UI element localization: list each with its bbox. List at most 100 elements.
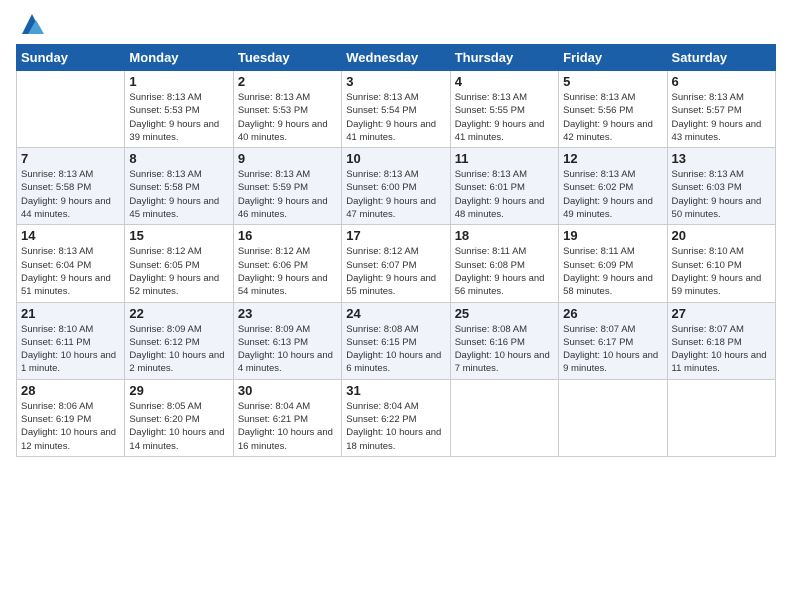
day-number: 9 [238,151,337,166]
calendar-cell: 5 Sunrise: 8:13 AMSunset: 5:56 PMDaylight… [559,71,667,148]
day-info: Sunrise: 8:04 AMSunset: 6:22 PMDaylight:… [346,400,445,453]
day-number: 4 [455,74,554,89]
calendar-week-row: 28 Sunrise: 8:06 AMSunset: 6:19 PMDayligh… [17,379,776,456]
day-number: 31 [346,383,445,398]
day-info: Sunrise: 8:11 AMSunset: 6:09 PMDaylight:… [563,245,662,298]
header-day-thursday: Thursday [450,45,558,71]
day-number: 13 [672,151,771,166]
calendar-cell: 18 Sunrise: 8:11 AMSunset: 6:08 PMDayligh… [450,225,558,302]
calendar-cell: 3 Sunrise: 8:13 AMSunset: 5:54 PMDaylight… [342,71,450,148]
day-number: 11 [455,151,554,166]
calendar-cell: 1 Sunrise: 8:13 AMSunset: 5:53 PMDaylight… [125,71,233,148]
calendar-cell: 20 Sunrise: 8:10 AMSunset: 6:10 PMDayligh… [667,225,775,302]
day-number: 20 [672,228,771,243]
day-number: 18 [455,228,554,243]
calendar-cell: 31 Sunrise: 8:04 AMSunset: 6:22 PMDayligh… [342,379,450,456]
calendar-cell: 7Sunrise: 8:13 AMSunset: 5:58 PMDaylight… [17,148,125,225]
calendar-cell [559,379,667,456]
header-day-friday: Friday [559,45,667,71]
day-info: Sunrise: 8:12 AMSunset: 6:05 PMDaylight:… [129,245,228,298]
day-info: Sunrise: 8:13 AMSunset: 6:01 PMDaylight:… [455,168,554,221]
calendar-cell: 17 Sunrise: 8:12 AMSunset: 6:07 PMDayligh… [342,225,450,302]
day-info: Sunrise: 8:13 AMSunset: 5:55 PMDaylight:… [455,91,554,144]
calendar-cell: 14 Sunrise: 8:13 AMSunset: 6:04 PMDayligh… [17,225,125,302]
calendar-cell: 24Sunrise: 8:08 AMSunset: 6:15 PMDayligh… [342,302,450,379]
day-number: 12 [563,151,662,166]
day-number: 27 [672,306,771,321]
day-number: 14 [21,228,120,243]
calendar-week-row: 7 Sunrise: 8:13 AMSunset: 5:58 PMDaylight… [17,148,776,225]
calendar-cell [17,71,125,148]
calendar-cell [450,379,558,456]
header-day-saturday: Saturday [667,45,775,71]
calendar-cell: 9 Sunrise: 8:13 AMSunset: 5:59 PMDaylight… [233,148,341,225]
logo-icon [18,10,46,38]
calendar-cell: 29 Sunrise: 8:05 AMSunset: 6:20 PMDayligh… [125,379,233,456]
calendar-cell: 16 Sunrise: 8:12 AMSunset: 6:06 PMDayligh… [233,225,341,302]
calendar-cell [667,379,775,456]
calendar-cell: 8 Sunrise: 8:13 AMSunset: 5:58 PMDaylight… [125,148,233,225]
calendar-cell: 6Sunrise: 8:13 AMSunset: 5:57 PMDaylight… [667,71,775,148]
day-number: 2 [238,74,337,89]
day-number: 7 [21,151,120,166]
day-info: Sunrise: 8:13 AMSunset: 5:53 PMDaylight:… [238,91,337,144]
day-number: 3 [346,74,445,89]
calendar-cell: 12 Sunrise: 8:13 AMSunset: 6:02 PMDayligh… [559,148,667,225]
day-info: Sunrise: 8:13 AMSunset: 6:04 PMDaylight:… [21,245,120,298]
calendar-cell: 2 Sunrise: 8:13 AMSunset: 5:53 PMDaylight… [233,71,341,148]
header-day-wednesday: Wednesday [342,45,450,71]
day-number: 5 [563,74,662,89]
day-info: Sunrise: 8:10 AMSunset: 6:10 PMDaylight:… [672,245,771,298]
day-info: Sunrise: 8:13 AMSunset: 6:00 PMDaylight:… [346,168,445,221]
day-number: 6 [672,74,771,89]
calendar-cell: 23Sunrise: 8:09 AMSunset: 6:13 PMDayligh… [233,302,341,379]
day-info: Sunrise: 8:06 AMSunset: 6:19 PMDaylight:… [21,400,120,453]
day-info: Sunrise: 8:13 AMSunset: 6:02 PMDaylight:… [563,168,662,221]
day-number: 28 [21,383,120,398]
day-info: Sunrise: 8:13 AMSunset: 5:54 PMDaylight:… [346,91,445,144]
calendar-cell: 27 Sunrise: 8:07 AMSunset: 6:18 PMDayligh… [667,302,775,379]
day-info: Sunrise: 8:08 AMSunset: 6:16 PMDaylight:… [455,323,554,376]
calendar-cell: 28 Sunrise: 8:06 AMSunset: 6:19 PMDayligh… [17,379,125,456]
calendar-table: SundayMondayTuesdayWednesdayThursdayFrid… [16,44,776,457]
day-info: Sunrise: 8:07 AMSunset: 6:18 PMDaylight:… [672,323,771,376]
day-number: 10 [346,151,445,166]
calendar-cell: 15 Sunrise: 8:12 AMSunset: 6:05 PMDayligh… [125,225,233,302]
day-info: Sunrise: 8:05 AMSunset: 6:20 PMDaylight:… [129,400,228,453]
day-info: Sunrise: 8:13 AMSunset: 5:56 PMDaylight:… [563,91,662,144]
header [16,10,776,38]
calendar-cell: 26Sunrise: 8:07 AMSunset: 6:17 PMDayligh… [559,302,667,379]
day-info: Sunrise: 8:12 AMSunset: 6:07 PMDaylight:… [346,245,445,298]
calendar-cell: 13Sunrise: 8:13 AMSunset: 6:03 PMDayligh… [667,148,775,225]
day-number: 24 [346,306,445,321]
day-info: Sunrise: 8:09 AMSunset: 6:13 PMDaylight:… [238,323,337,376]
day-number: 26 [563,306,662,321]
day-number: 16 [238,228,337,243]
day-info: Sunrise: 8:13 AMSunset: 5:59 PMDaylight:… [238,168,337,221]
day-number: 22 [129,306,228,321]
calendar-cell: 25Sunrise: 8:08 AMSunset: 6:16 PMDayligh… [450,302,558,379]
logo [16,10,46,38]
day-number: 15 [129,228,228,243]
calendar-cell: 19Sunrise: 8:11 AMSunset: 6:09 PMDayligh… [559,225,667,302]
day-info: Sunrise: 8:09 AMSunset: 6:12 PMDaylight:… [129,323,228,376]
calendar-cell: 10 Sunrise: 8:13 AMSunset: 6:00 PMDayligh… [342,148,450,225]
calendar-header-row: SundayMondayTuesdayWednesdayThursdayFrid… [17,45,776,71]
calendar-cell: 30Sunrise: 8:04 AMSunset: 6:21 PMDayligh… [233,379,341,456]
header-day-sunday: Sunday [17,45,125,71]
calendar-week-row: 1 Sunrise: 8:13 AMSunset: 5:53 PMDaylight… [17,71,776,148]
calendar-week-row: 14 Sunrise: 8:13 AMSunset: 6:04 PMDayligh… [17,225,776,302]
header-day-tuesday: Tuesday [233,45,341,71]
day-number: 30 [238,383,337,398]
day-info: Sunrise: 8:13 AMSunset: 5:53 PMDaylight:… [129,91,228,144]
day-number: 29 [129,383,228,398]
day-number: 1 [129,74,228,89]
day-info: Sunrise: 8:12 AMSunset: 6:06 PMDaylight:… [238,245,337,298]
day-number: 8 [129,151,228,166]
day-number: 17 [346,228,445,243]
day-info: Sunrise: 8:11 AMSunset: 6:08 PMDaylight:… [455,245,554,298]
header-day-monday: Monday [125,45,233,71]
day-info: Sunrise: 8:13 AMSunset: 5:58 PMDaylight:… [129,168,228,221]
calendar-cell: 4 Sunrise: 8:13 AMSunset: 5:55 PMDaylight… [450,71,558,148]
calendar-cell: 21Sunrise: 8:10 AMSunset: 6:11 PMDayligh… [17,302,125,379]
